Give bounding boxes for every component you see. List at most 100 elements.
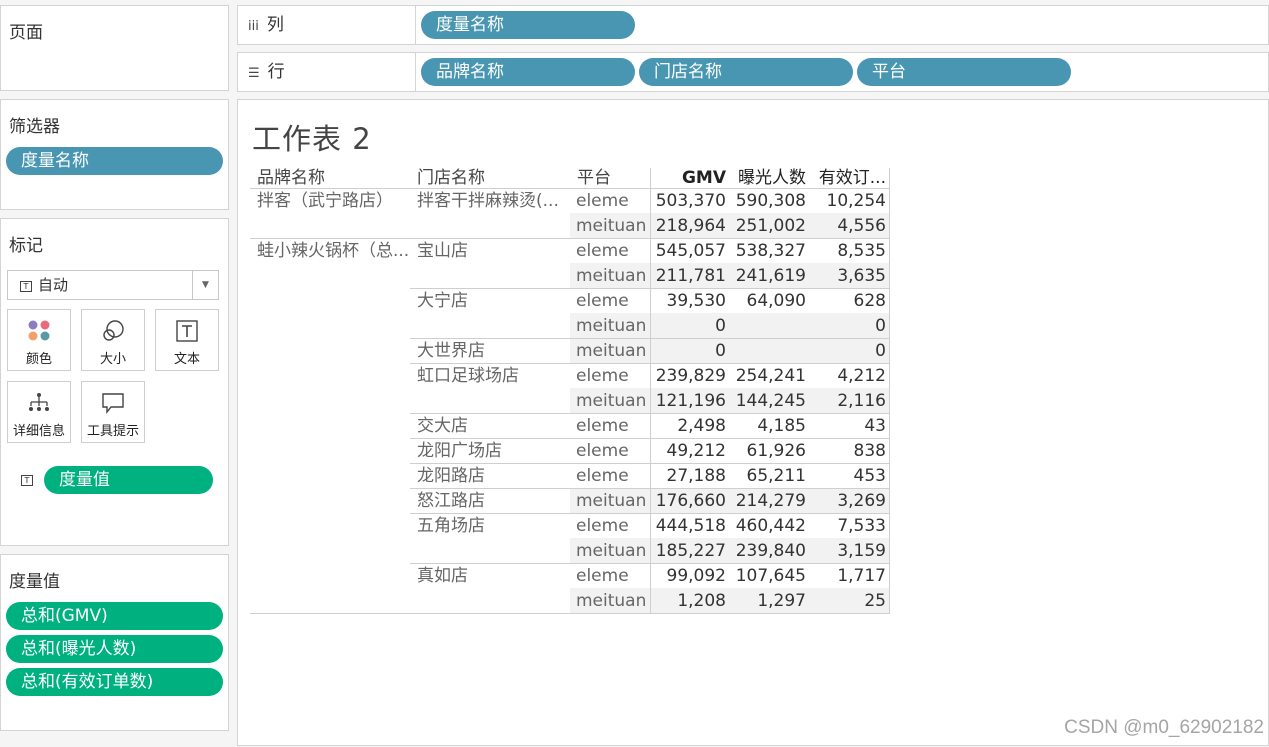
orders-cell: 3,635 [837,266,886,286]
orders-cell: 1,717 [837,566,886,586]
text-button[interactable]: 文本 [155,309,219,371]
orders-cell: 8,535 [837,241,886,261]
gmv-cell: 503,370 [655,191,726,211]
gmv-cell: 545,057 [655,241,726,261]
columns-shelf[interactable]: iii 列 度量名称 [237,5,1269,45]
gmv-cell: 27,188 [666,466,726,486]
detail-button-label: 详细信息 [12,424,65,439]
detail-button[interactable]: 详细信息 [7,381,71,443]
pages-card: 页面 [0,5,229,91]
platform-cell: meituan [576,541,647,561]
platform-cell: meituan [576,491,647,511]
text-encoding-icon: T [21,475,33,486]
orders-cell: 4,212 [837,366,886,386]
rows-shelf-label: ☰ 行 [238,53,416,91]
store-cell: 大世界店 [417,341,485,361]
measure-pill-exposure[interactable]: 总和(曝光人数) [6,635,223,663]
orders-cell: 7,533 [837,516,886,536]
exposure-cell: 65,211 [746,466,806,486]
columns-icon: iii [248,19,259,34]
pages-title: 页面 [9,23,43,43]
store-cell: 大宁店 [417,291,468,311]
header-orders[interactable]: 有效订... [810,168,886,188]
tooltip-button-label: 工具提示 [86,424,139,439]
store-cell: 怒江路店 [417,491,485,511]
exposure-cell: 214,279 [735,491,806,511]
exposure-cell: 144,245 [735,391,806,411]
exposure-cell: 4,185 [757,416,806,436]
platform-cell: eleme [576,466,629,486]
platform-cell: eleme [576,291,629,311]
marks-title: 标记 [9,236,43,256]
exposure-cell: 1,297 [757,591,806,611]
exposure-cell: 241,619 [735,266,806,286]
platform-cell: meituan [576,341,647,361]
mark-type-value: 自动 [38,276,69,294]
header-exposure[interactable]: 曝光人数 [730,168,806,188]
store-cell: 龙阳路店 [417,466,485,486]
gmv-cell: 1,208 [677,591,726,611]
orders-cell: 0 [875,316,886,336]
platform-cell: meituan [576,391,647,411]
gmv-cell: 444,518 [655,516,726,536]
filters-card: 筛选器 度量名称 [0,99,229,210]
rows-pill-store[interactable]: 门店名称 [639,58,853,86]
exposure-cell: 254,241 [735,366,806,386]
text-button-label: 文本 [173,352,200,367]
store-cell: 真如店 [417,566,468,586]
color-button[interactable]: 颜色 [7,309,71,371]
gmv-cell: 176,660 [655,491,726,511]
orders-cell: 3,269 [837,491,886,511]
text-box-icon [156,319,218,343]
chevron-down-icon[interactable]: ▼ [192,271,218,299]
platform-cell: eleme [576,441,629,461]
mark-type-dropdown[interactable]: T 自动 ▼ [7,270,219,300]
gmv-cell: 2,498 [677,416,726,436]
color-dots-icon [8,319,70,343]
orders-cell: 4,556 [837,216,886,236]
columns-label-text: 列 [266,15,284,35]
orders-cell: 10,254 [826,191,886,211]
table-bottom-line [250,613,890,614]
store-cell: 宝山店 [417,241,468,261]
size-button[interactable]: 大小 [81,309,145,371]
rows-shelf[interactable]: ☰ 行 品牌名称 门店名称 平台 [237,52,1269,92]
store-cell: 虹口足球场店 [417,366,519,386]
header-platform[interactable]: 平台 [577,168,647,188]
color-button-label: 颜色 [25,352,52,367]
platform-cell: meituan [576,266,647,286]
crosstab-table: 品牌名称 门店名称 平台 GMV 曝光人数 有效订... 拌客（武宁路店） 拌客干… [250,168,890,614]
filter-pill-measure-names[interactable]: 度量名称 [6,147,223,175]
filters-title: 筛选器 [9,117,60,137]
header-brand[interactable]: 品牌名称 [257,168,407,188]
header-store[interactable]: 门店名称 [417,168,567,188]
rows-pill-platform[interactable]: 平台 [857,58,1071,86]
measure-pill-orders[interactable]: 总和(有效订单数) [6,668,223,696]
orders-cell: 0 [875,341,886,361]
platform-cell: eleme [576,566,629,586]
text-mark-icon: T [20,281,32,292]
tooltip-button[interactable]: 工具提示 [81,381,145,443]
orders-cell: 3,159 [837,541,886,561]
store-cell: 拌客干拌麻辣烫(... [417,191,559,211]
gmv-cell: 239,829 [655,366,726,386]
gmv-cell: 99,092 [666,566,726,586]
size-button-label: 大小 [99,352,126,367]
platform-cell: meituan [576,316,647,336]
rows-icon: ☰ [248,66,260,81]
brand-cell: 蛙小辣火锅杯（总... [257,241,410,261]
columns-pill-measure-names[interactable]: 度量名称 [421,11,635,39]
platform-cell: eleme [576,366,629,386]
measure-pill-gmv[interactable]: 总和(GMV) [6,602,223,630]
tooltip-bubble-icon [82,391,144,415]
measure-values-text-pill[interactable]: 度量值 [44,466,213,494]
gmv-cell: 121,196 [655,391,726,411]
platform-cell: eleme [576,416,629,436]
header-gmv[interactable]: GMV [650,168,726,188]
rows-pill-brand[interactable]: 品牌名称 [421,58,635,86]
gmv-cell: 39,530 [666,291,726,311]
measure-left-border [650,168,651,613]
measure-values-card: 度量值 总和(GMV) 总和(曝光人数) 总和(有效订单数) [0,554,229,731]
exposure-cell: 590,308 [735,191,806,211]
rows-label-text: 行 [267,62,285,82]
